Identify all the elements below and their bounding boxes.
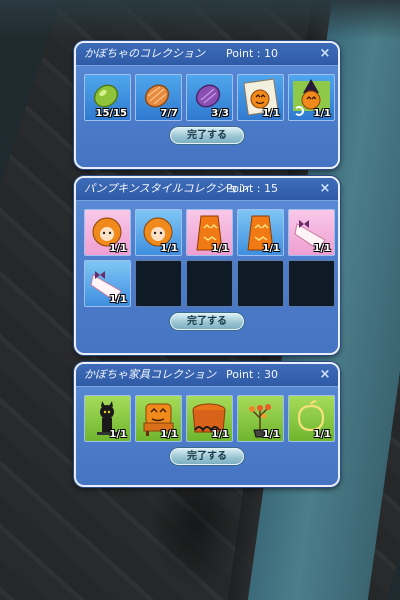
empty-slot bbox=[288, 260, 335, 307]
item-count: 1/1 bbox=[109, 429, 127, 440]
item-count: 1/1 bbox=[262, 429, 280, 440]
panel-point: Point : 30 bbox=[226, 368, 279, 381]
panel-title: かぼちゃ家具コレクション bbox=[84, 368, 216, 381]
item-grid: 1/1 1/1 1/1 1/1 1/1 bbox=[76, 387, 338, 442]
item-count: 1/1 bbox=[109, 243, 127, 254]
complete-button[interactable]: 完了する bbox=[170, 448, 244, 465]
item-grid: 1/1 1/1 1/1 1/1 1/1 1/1 bbox=[76, 201, 338, 307]
item-count: 1/1 bbox=[109, 294, 127, 305]
item-count: 1/1 bbox=[211, 429, 229, 440]
collection-panel-pumpkin-style: パンプキンスタイルコレクション Point : 15 × 1/1 1/1 1/1… bbox=[74, 176, 340, 355]
item-slot[interactable]: 7/7 bbox=[135, 74, 182, 121]
wall-shadow bbox=[0, 0, 400, 40]
close-icon[interactable]: × bbox=[318, 364, 332, 386]
collection-panel-pumpkin-furniture: かぼちゃ家具コレクション Point : 30 × 1/1 1/1 1/1 1/… bbox=[74, 362, 340, 487]
item-count: 1/1 bbox=[313, 429, 331, 440]
item-slot[interactable]: 1/1 bbox=[237, 395, 284, 442]
item-slot[interactable]: 1/1 bbox=[237, 209, 284, 256]
item-grid: 15/15 7/7 3/3 1/1 1/1 bbox=[76, 66, 338, 121]
item-count: 7/7 bbox=[160, 108, 178, 119]
item-count: 1/1 bbox=[160, 429, 178, 440]
complete-button[interactable]: 完了する bbox=[170, 127, 244, 144]
empty-slot bbox=[135, 260, 182, 307]
panel-title: かぼちゃのコレクション bbox=[84, 47, 205, 60]
item-slot[interactable]: 1/1 bbox=[84, 395, 131, 442]
panel-point: Point : 10 bbox=[226, 47, 279, 60]
item-count: 1/1 bbox=[313, 108, 331, 119]
item-count: 15/15 bbox=[95, 108, 127, 119]
close-icon[interactable]: × bbox=[318, 178, 332, 200]
item-count: 1/1 bbox=[313, 243, 331, 254]
collection-panel-pumpkin: かぼちゃのコレクション Point : 10 × 15/15 7/7 3/3 1… bbox=[74, 41, 340, 169]
panel-title: パンプキンスタイルコレクション bbox=[84, 182, 249, 195]
item-slot[interactable]: 1/1 bbox=[186, 395, 233, 442]
panel-point: Point : 15 bbox=[226, 182, 279, 195]
complete-button[interactable]: 完了する bbox=[170, 313, 244, 330]
item-slot[interactable]: 1/1 bbox=[84, 260, 131, 307]
item-slot[interactable]: 1/1 bbox=[186, 209, 233, 256]
empty-slot bbox=[186, 260, 233, 307]
item-count: 1/1 bbox=[262, 243, 280, 254]
panel-header: パンプキンスタイルコレクション Point : 15 × bbox=[76, 178, 338, 201]
item-count: 1/1 bbox=[211, 243, 229, 254]
panel-header: かぼちゃのコレクション Point : 10 × bbox=[76, 43, 338, 66]
item-slot[interactable]: 1/1 bbox=[135, 395, 182, 442]
item-slot[interactable]: 1/1 bbox=[135, 209, 182, 256]
item-count: 1/1 bbox=[160, 243, 178, 254]
item-slot[interactable]: 3/3 bbox=[186, 74, 233, 121]
panel-header: かぼちゃ家具コレクション Point : 30 × bbox=[76, 364, 338, 387]
item-slot[interactable]: 1/1 bbox=[288, 209, 335, 256]
item-slot[interactable]: 1/1 bbox=[288, 74, 335, 121]
item-slot[interactable]: 15/15 bbox=[84, 74, 131, 121]
item-slot[interactable]: 1/1 bbox=[237, 74, 284, 121]
empty-slot bbox=[237, 260, 284, 307]
character-shadow bbox=[150, 470, 240, 590]
item-slot[interactable]: 1/1 bbox=[288, 395, 335, 442]
item-count: 3/3 bbox=[211, 108, 229, 119]
close-icon[interactable]: × bbox=[318, 43, 332, 65]
item-count: 1/1 bbox=[262, 108, 280, 119]
refresh-icon bbox=[294, 106, 304, 116]
item-slot[interactable]: 1/1 bbox=[84, 209, 131, 256]
